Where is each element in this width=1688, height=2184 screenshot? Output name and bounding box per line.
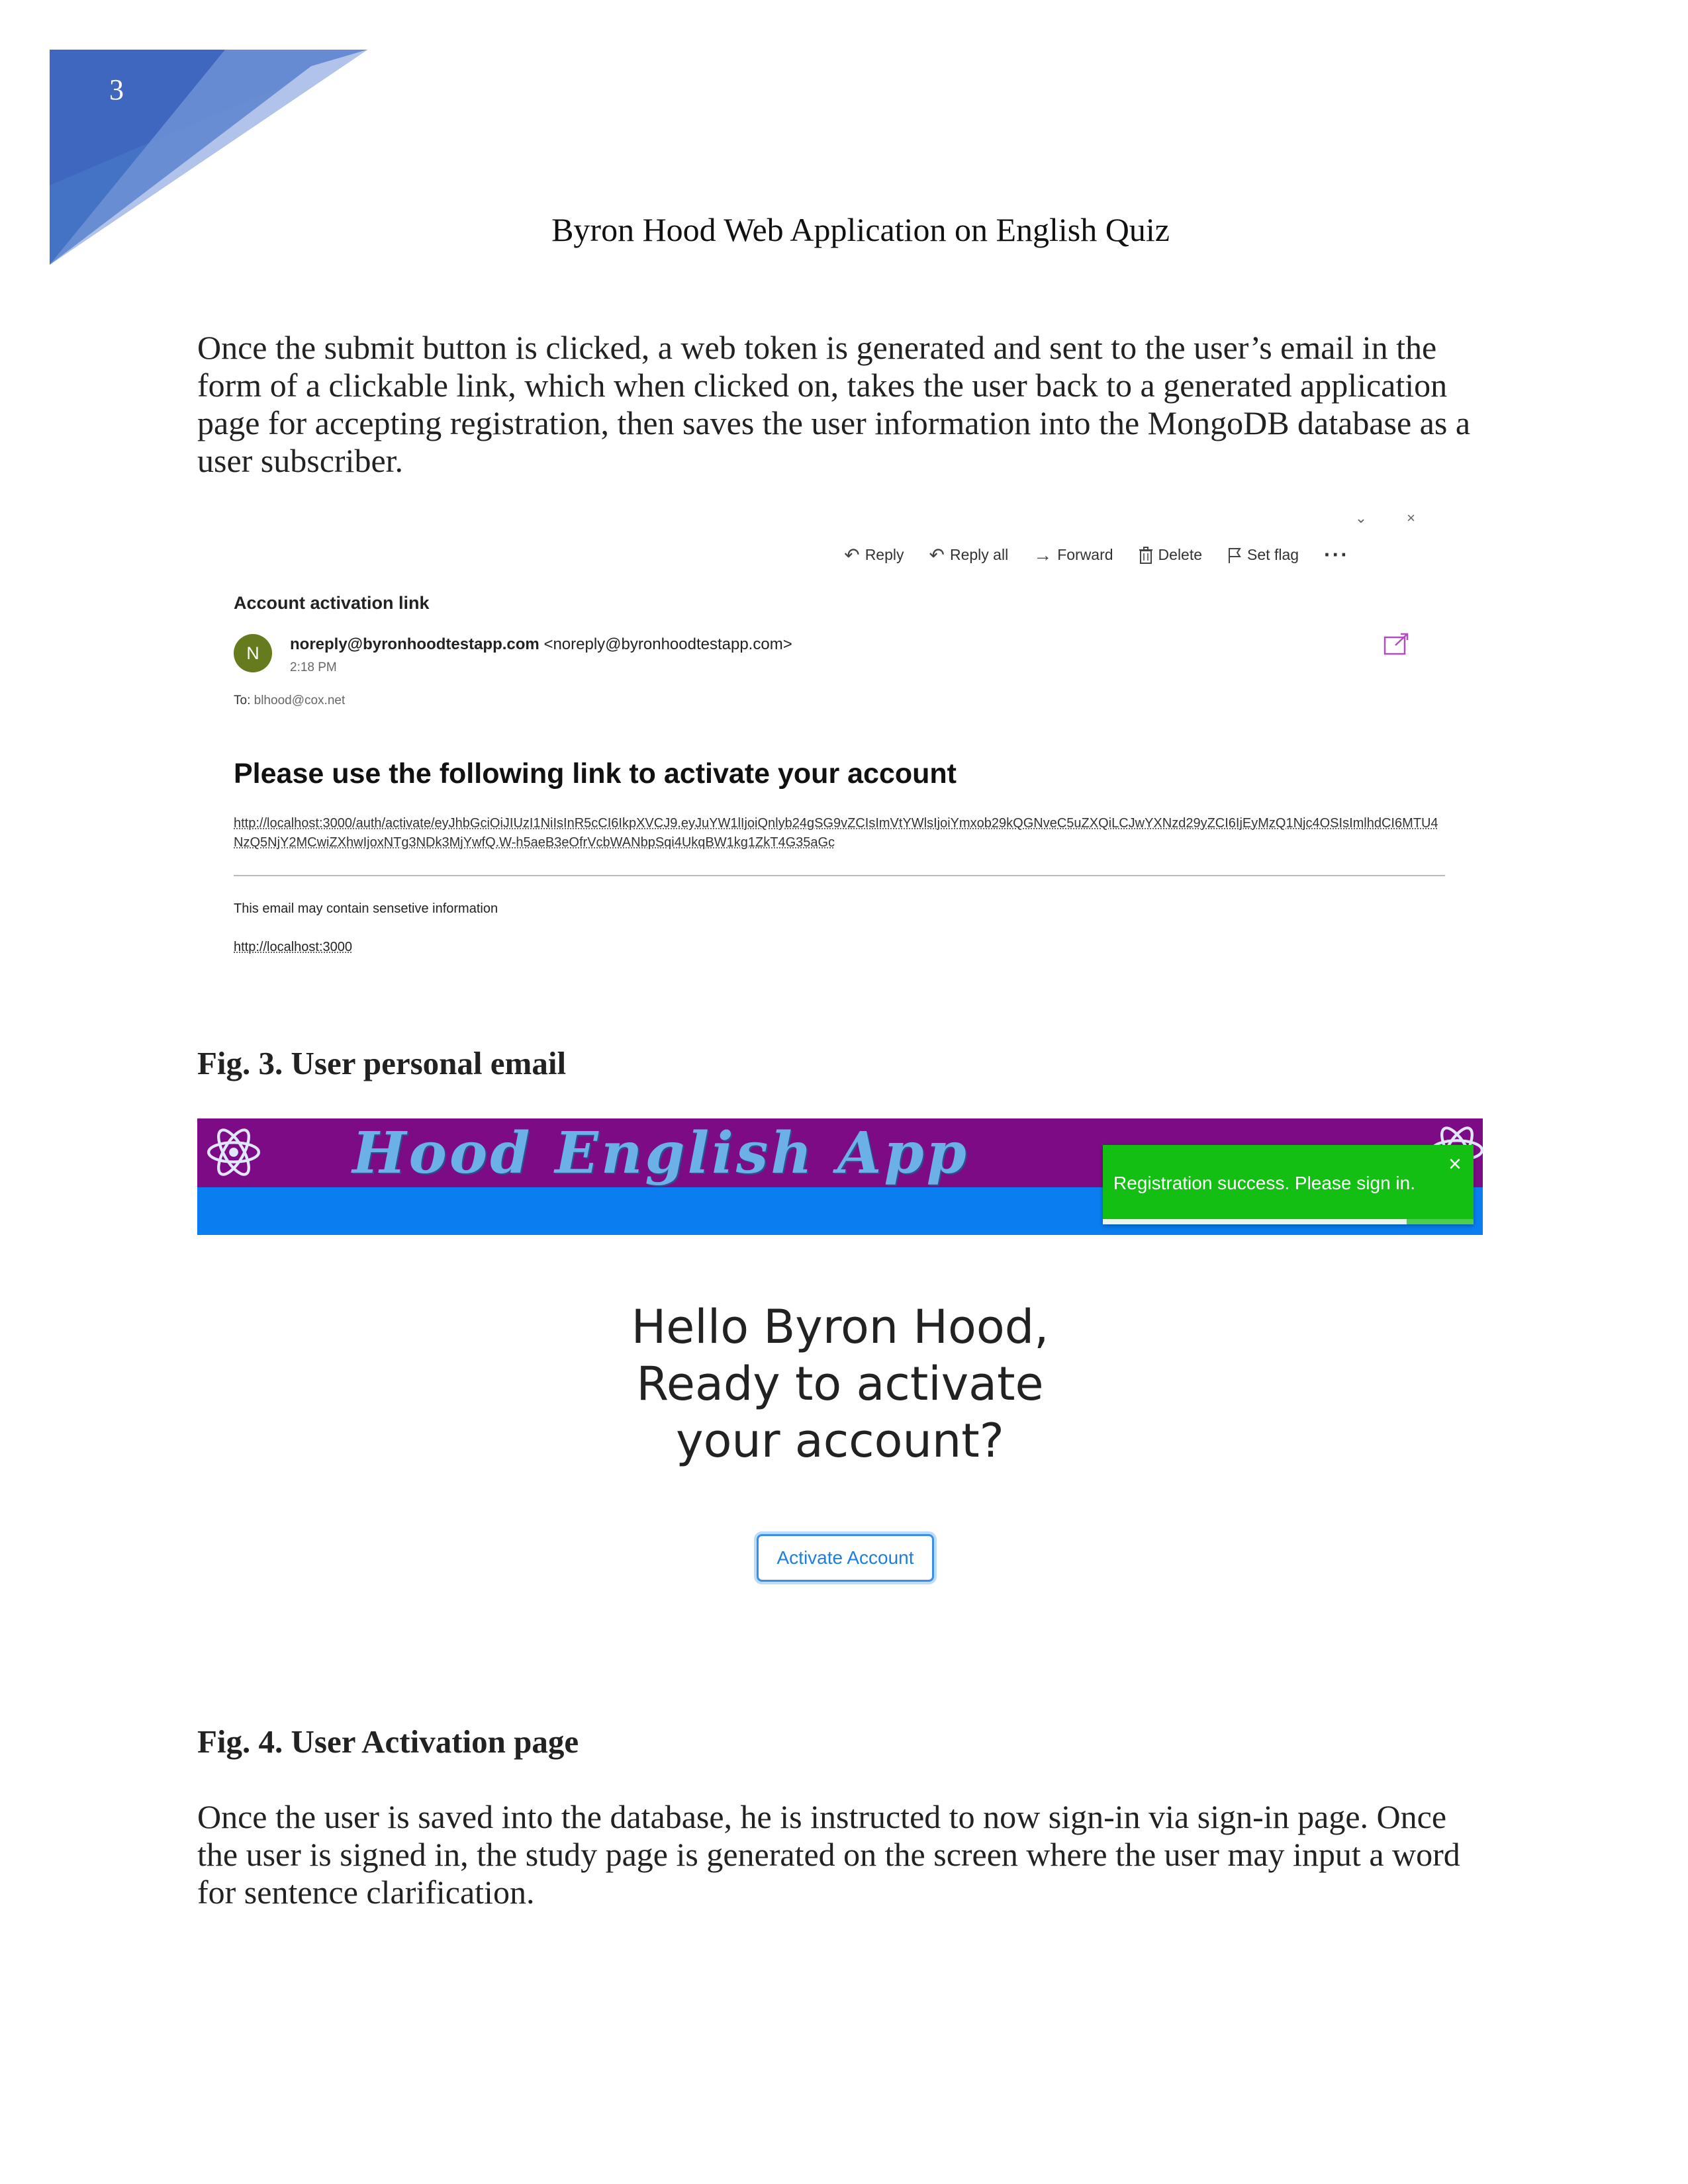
forward-icon: → [1033, 544, 1053, 565]
toast-message: Registration success. Please sign in. [1113, 1173, 1415, 1193]
app-title: Hood English App [352, 1120, 969, 1187]
flag-icon [1229, 547, 1241, 563]
delete-button[interactable]: Delete [1139, 546, 1202, 564]
forward-button[interactable]: → Forward [1033, 545, 1113, 566]
activation-greeting: Hello Byron Hood, Ready to activate your… [197, 1298, 1483, 1469]
greeting-line: your account? [676, 1414, 1004, 1468]
window-controls: ⌄× [1355, 510, 1455, 527]
avatar: N [234, 634, 272, 672]
sender-address: <noreply@byronhoodtestapp.com> [543, 635, 792, 653]
greeting-line: Ready to activate [636, 1357, 1044, 1411]
activation-link[interactable]: http://localhost:3000/auth/activate/eyJh… [234, 814, 1445, 852]
closing-paragraph: Once the user is saved into the database… [197, 1798, 1460, 1911]
to-address[interactable]: blhood@cox.net [254, 694, 346, 707]
email-recipient: To: blhood@cox.net [234, 694, 345, 708]
set-flag-button[interactable]: Set flag [1227, 546, 1299, 564]
close-icon[interactable]: × [1448, 1152, 1462, 1177]
email-disclaimer: This email may contain sensetive informa… [234, 901, 498, 916]
reply-button[interactable]: ↶ Reply [844, 544, 904, 566]
email-screenshot: ⌄× ↶ Reply ↶ Reply all → Forward Delete [197, 510, 1468, 986]
email-heading: Please use the following link to activat… [234, 758, 957, 790]
reply-all-button[interactable]: ↶ Reply all [929, 544, 1009, 566]
success-toast: Registration success. Please sign in. × [1103, 1145, 1474, 1224]
email-footer-link[interactable]: http://localhost:3000 [234, 940, 352, 955]
sender: noreply@byronhoodtestapp.com <noreply@by… [290, 635, 792, 654]
to-label: To: [234, 694, 251, 707]
reply-icon: ↶ [844, 545, 860, 565]
app-screenshot: Hood English App Registration success. P… [197, 1118, 1483, 1582]
figure-4-caption: Fig. 4. User Activation page [197, 1723, 579, 1760]
toast-progress-bar [1103, 1219, 1407, 1224]
email-time: 2:18 PM [290, 660, 337, 674]
email-divider [234, 875, 1445, 876]
activate-account-button[interactable]: Activate Account [757, 1534, 934, 1582]
email-subject: Account activation link [234, 593, 430, 613]
page-number: 3 [109, 73, 124, 106]
close-icon[interactable]: × [1407, 510, 1455, 526]
greeting-line: Hello Byron Hood, [631, 1300, 1049, 1354]
mail-toolbar: ↶ Reply ↶ Reply all → Forward Delete Set… [844, 543, 1349, 567]
figure-3-caption: Fig. 3. User personal email [197, 1045, 567, 1081]
trash-icon [1139, 546, 1152, 564]
sender-name[interactable]: noreply@byronhoodtestapp.com [290, 635, 539, 653]
minimize-icon[interactable]: ⌄ [1355, 510, 1407, 526]
open-in-new-window-icon[interactable] [1383, 632, 1410, 656]
more-options-icon[interactable]: ··· [1324, 543, 1349, 567]
page-header-title: Byron Hood Web Application on English Qu… [551, 211, 1170, 248]
intro-paragraph: Once the submit button is clicked, a web… [197, 329, 1471, 479]
page-corner-decoration [50, 50, 367, 265]
reply-all-icon: ↶ [929, 545, 945, 565]
